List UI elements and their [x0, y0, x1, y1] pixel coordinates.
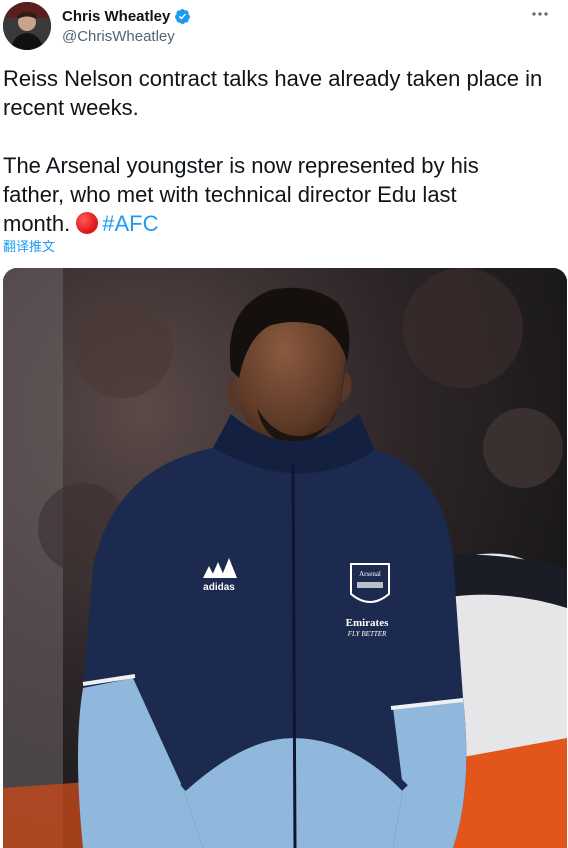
sponsor-line-1: Emirates [346, 617, 389, 629]
author-handle[interactable]: @ChrisWheatley [62, 28, 191, 45]
sponsor-line-2: FLY BETTER [347, 630, 387, 638]
tweet-paragraph-2-line-3-text: month. [3, 211, 71, 236]
avatar[interactable] [3, 2, 51, 50]
translate-tweet-link[interactable]: 翻译推文 [3, 236, 55, 255]
tweet-paragraph-2-line-2: father, who met with technical director … [3, 182, 457, 207]
hashtag-link[interactable]: #AFC [102, 211, 158, 236]
tweet-card: Chris Wheatley @ChrisWheatley Reiss Nels… [0, 0, 568, 848]
tweet-photo[interactable]: adidas Arsenal Emirates FLY BETTER [3, 268, 567, 848]
crest-text: Arsenal [359, 570, 381, 578]
red-circle-emoji-icon [76, 212, 99, 234]
tweet-text: Reiss Nelson contract talks have already… [3, 64, 563, 238]
tweet-paragraph-1: Reiss Nelson contract talks have already… [3, 66, 543, 120]
author-display-name[interactable]: Chris Wheatley [62, 8, 170, 25]
verified-badge-icon [175, 8, 191, 24]
display-name-row: Chris Wheatley [62, 6, 191, 26]
tweet-paragraph-2-line-1: The Arsenal youngster is now represented… [3, 153, 479, 178]
tweet-header: Chris Wheatley @ChrisWheatley [0, 0, 568, 58]
more-horizontal-icon[interactable] [530, 4, 550, 24]
jacket-brand-text: adidas [203, 582, 235, 593]
author-names: Chris Wheatley @ChrisWheatley [62, 6, 191, 45]
tweet-paragraph-2-line-3: month. #AFC [3, 209, 563, 238]
